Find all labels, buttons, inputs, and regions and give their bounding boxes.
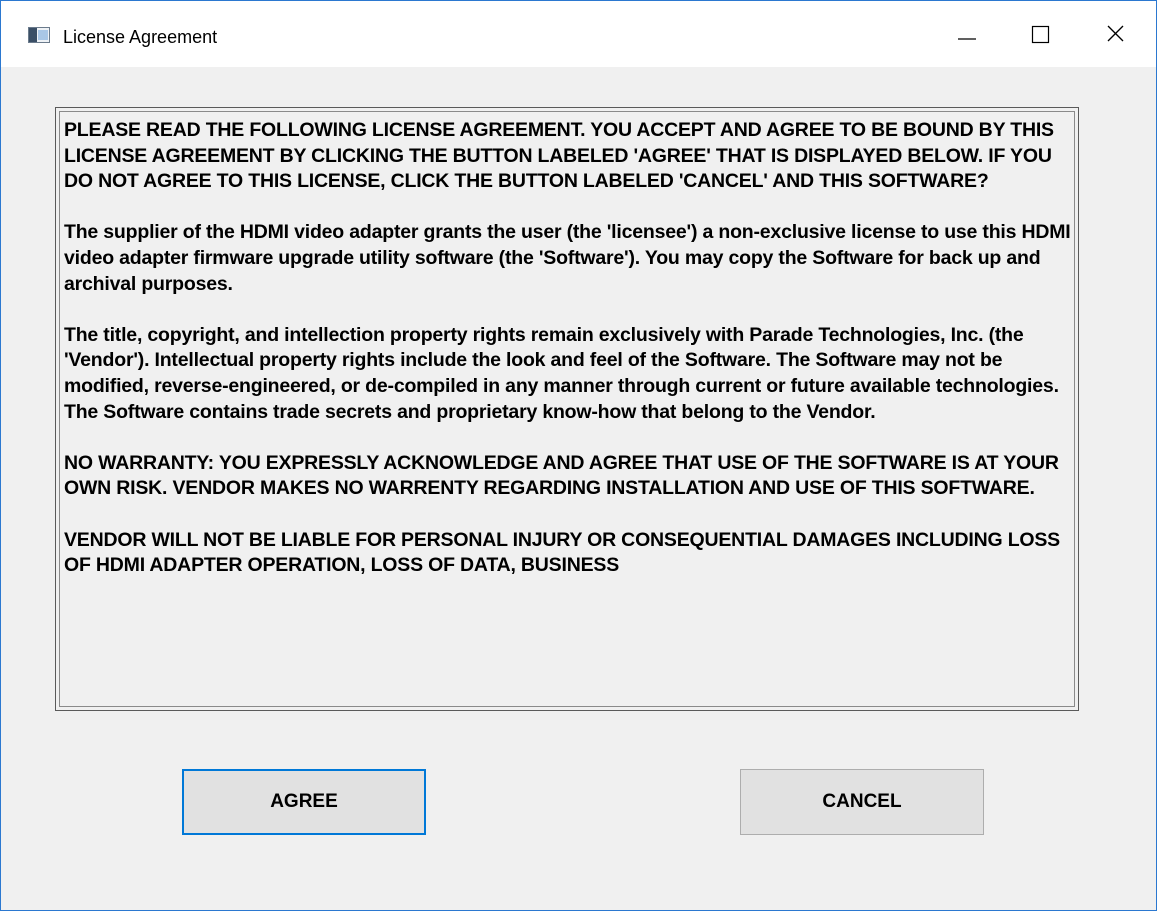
license-text-area: PLEASE READ THE FOLLOWING LICENSE AGREEM…: [59, 111, 1075, 707]
license-agreement-window: License Agreement PLEASE READ THE FOLLOW…: [0, 0, 1157, 911]
app-window-icon: [28, 27, 50, 43]
license-paragraph-warranty: NO WARRANTY: YOU EXPRESSLY ACKNOWLEDGE A…: [64, 451, 1059, 500]
license-paragraph-grant: The supplier of the HDMI video adapter g…: [64, 221, 1071, 295]
license-paragraph-notice: PLEASE READ THE FOLLOWING LICENSE AGREEM…: [64, 119, 1054, 193]
title-bar[interactable]: License Agreement: [1, 1, 1156, 67]
maximize-button[interactable]: [1011, 11, 1071, 61]
license-paragraph-liability: VENDOR WILL NOT BE LIABLE FOR PERSONAL I…: [64, 528, 1060, 577]
cancel-button[interactable]: CANCEL: [740, 769, 984, 835]
license-text-box[interactable]: PLEASE READ THE FOLLOWING LICENSE AGREEM…: [55, 107, 1079, 711]
minimize-icon: [958, 38, 976, 40]
close-icon: [1107, 25, 1124, 42]
agree-button[interactable]: AGREE: [182, 769, 426, 835]
minimize-button[interactable]: [936, 11, 996, 61]
license-text: PLEASE READ THE FOLLOWING LICENSE AGREEM…: [64, 118, 1074, 604]
maximize-icon: [1031, 25, 1050, 44]
license-paragraph-ownership: The title, copyright, and intellection p…: [64, 323, 1059, 423]
close-button[interactable]: [1086, 11, 1146, 61]
window-title: License Agreement: [63, 27, 218, 47]
